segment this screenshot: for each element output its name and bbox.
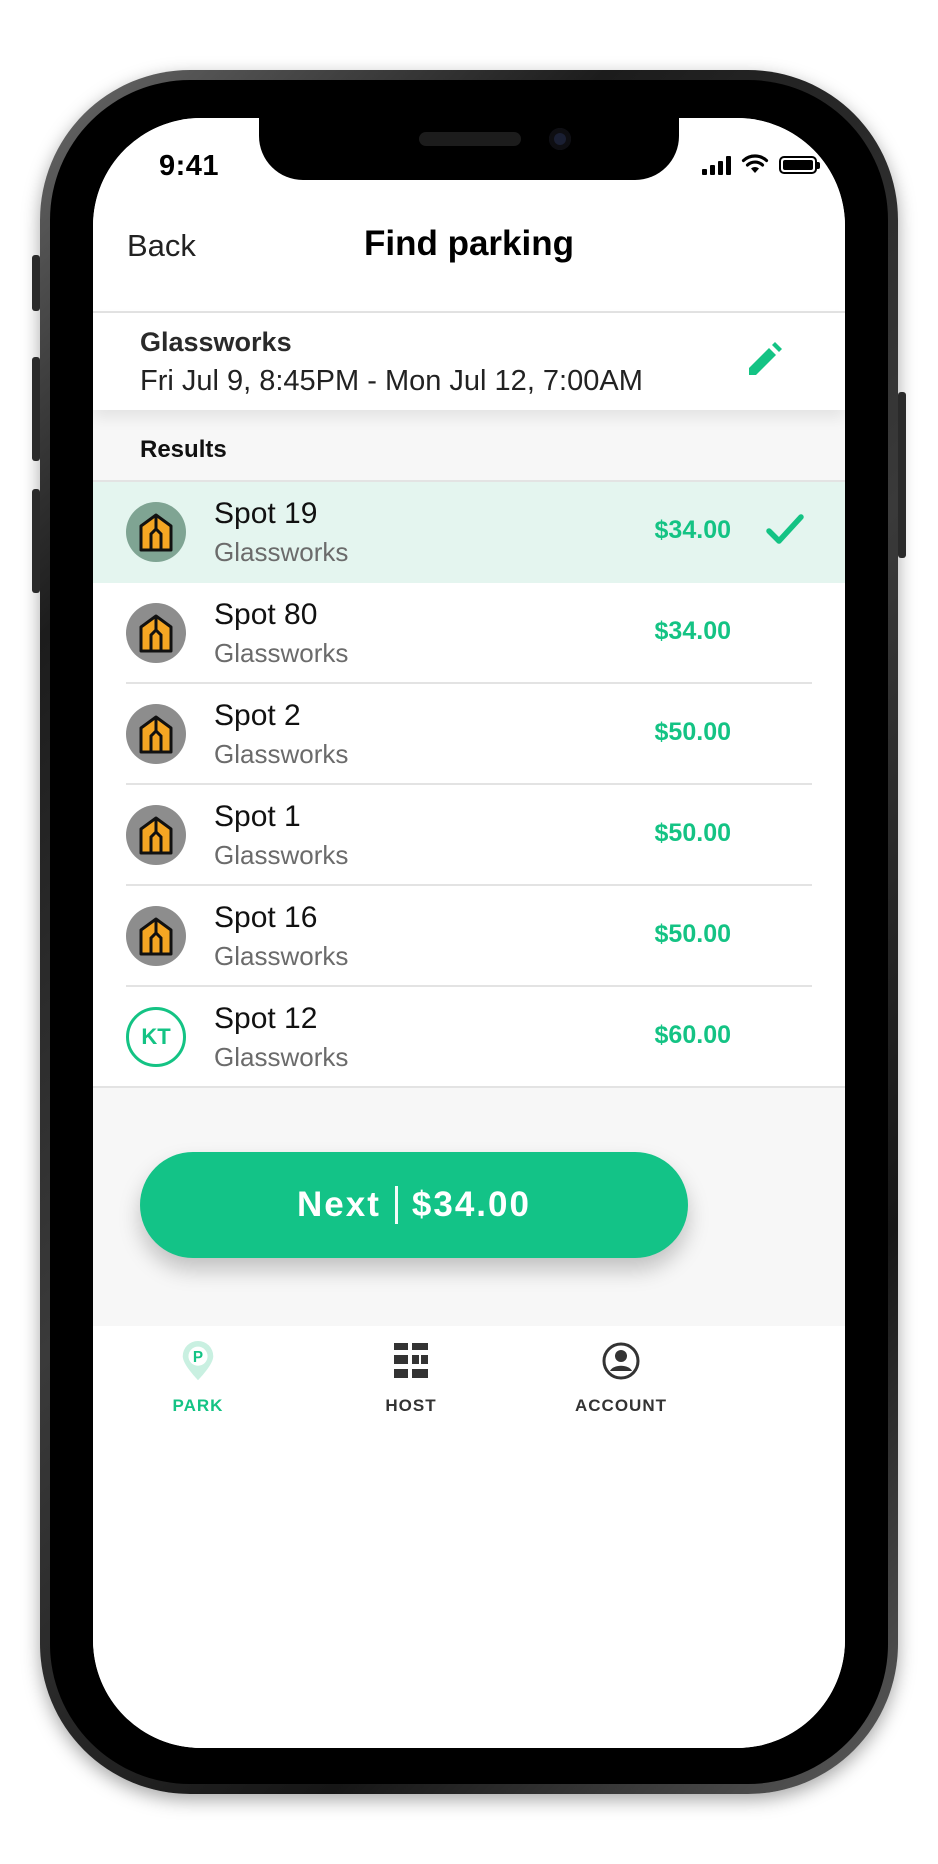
spot-location: Glassworks <box>214 840 349 870</box>
spot-name: Spot 80 <box>214 598 318 631</box>
result-row-spot-2[interactable]: Spot 2 Glassworks $50.00 <box>93 684 845 785</box>
parking-pin-icon: P <box>182 1340 214 1381</box>
result-row-spot-19[interactable]: Spot 19 Glassworks $34.00 <box>93 482 845 583</box>
tab-park[interactable]: P PARK <box>118 1340 278 1416</box>
spot-location: Glassworks <box>214 941 349 971</box>
speaker-grille <box>419 132 521 146</box>
spot-price: $50.00 <box>654 920 731 948</box>
notch <box>259 118 679 180</box>
tab-host[interactable]: HOST <box>331 1340 491 1416</box>
page-title: Find parking <box>364 224 574 263</box>
result-row-spot-16[interactable]: Spot 16 Glassworks $50.00 <box>93 886 845 987</box>
status-time: 9:41 <box>159 150 220 182</box>
result-row-spot-1[interactable]: Spot 1 Glassworks $50.00 <box>93 785 845 886</box>
building-icon <box>126 704 186 764</box>
search-location: Glassworks <box>140 327 292 357</box>
results-list: Spot 19 Glassworks $34.00 Spot 80 Glassw… <box>93 482 845 1088</box>
spot-price: $50.00 <box>654 819 731 847</box>
spot-price: $50.00 <box>654 718 731 746</box>
status-icons <box>702 154 820 175</box>
phone-screen: 9:41 Back Find parking Glassworks Fri Ju… <box>93 118 845 1748</box>
host-grid-icon <box>394 1343 428 1378</box>
nav-bar: Back Find parking <box>93 210 845 313</box>
mute-switch <box>32 255 40 311</box>
spot-location: Glassworks <box>214 537 349 567</box>
volume-down-button <box>32 489 40 593</box>
building-icon <box>126 906 186 966</box>
spot-location: Glassworks <box>214 638 349 668</box>
spot-name: Spot 2 <box>214 699 301 732</box>
tab-park-label: PARK <box>172 1396 224 1415</box>
spot-price: $34.00 <box>654 617 731 645</box>
host-initials-avatar: KT <box>126 1007 186 1067</box>
front-camera <box>549 128 571 150</box>
spot-name: Spot 16 <box>214 901 318 934</box>
checkmark-icon <box>766 514 804 544</box>
results-label: Results <box>140 436 227 463</box>
volume-up-button <box>32 357 40 461</box>
tab-account[interactable]: ACCOUNT <box>541 1340 701 1416</box>
battery-icon <box>779 155 820 174</box>
row-divider <box>93 1086 845 1088</box>
search-summary: Glassworks Fri Jul 9, 8:45PM - Mon Jul 1… <box>93 313 845 410</box>
pencil-icon[interactable] <box>745 341 783 379</box>
cellular-signal-icon <box>702 155 731 175</box>
power-button <box>898 392 906 558</box>
result-row-spot-80[interactable]: Spot 80 Glassworks $34.00 <box>93 583 845 684</box>
spot-location: Glassworks <box>214 739 349 769</box>
building-icon <box>126 502 186 562</box>
spot-name: Spot 1 <box>214 800 301 833</box>
account-icon <box>602 1342 640 1380</box>
next-button[interactable]: Next $34.00 <box>140 1152 688 1258</box>
spot-name: Spot 12 <box>214 1002 318 1035</box>
button-separator <box>394 1186 398 1224</box>
spot-location: Glassworks <box>214 1042 349 1072</box>
spot-price: $34.00 <box>654 516 731 544</box>
results-header: Results <box>93 410 845 482</box>
building-icon <box>126 603 186 663</box>
search-dates: Fri Jul 9, 8:45PM - Mon Jul 12, 7:00AM <box>140 365 643 397</box>
result-row-spot-12[interactable]: KT Spot 12 Glassworks $60.00 <box>93 987 845 1088</box>
next-button-price: $34.00 <box>411 1185 531 1224</box>
next-button-label: Next <box>297 1185 381 1224</box>
spot-name: Spot 19 <box>214 497 318 530</box>
wifi-icon <box>741 154 769 173</box>
tab-account-label: ACCOUNT <box>575 1396 667 1415</box>
svg-text:P: P <box>193 1349 203 1366</box>
building-icon <box>126 805 186 865</box>
tab-bar: P PARK HOST ACCOUNT <box>93 1326 845 1748</box>
tab-host-label: HOST <box>385 1396 437 1415</box>
spot-price: $60.00 <box>654 1021 731 1049</box>
